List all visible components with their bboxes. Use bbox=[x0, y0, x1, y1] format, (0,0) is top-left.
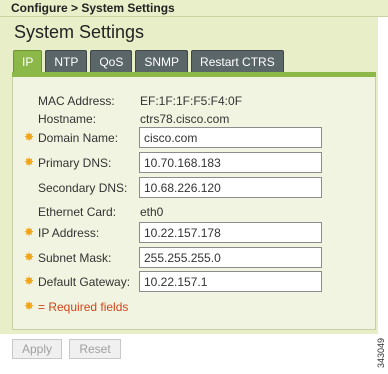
mac-address-value: EF:1F:1F:F5:F4:0F bbox=[140, 94, 243, 108]
ip-address-input[interactable] bbox=[139, 222, 322, 243]
page-title: System Settings bbox=[14, 22, 145, 42]
secondary-dns-row: Secondary DNS: bbox=[13, 177, 377, 199]
tab-ntp[interactable]: NTP bbox=[45, 50, 88, 72]
required-star-icon: ✸ bbox=[24, 299, 35, 313]
hostname-value: ctrs78.cisco.com bbox=[140, 112, 230, 126]
primary-dns-row: ✸ Primary DNS: bbox=[13, 152, 377, 174]
domain-name-row: ✸ Domain Name: bbox=[13, 127, 377, 149]
apply-button[interactable]: Apply bbox=[12, 339, 62, 359]
ip-address-row: ✸ IP Address: bbox=[13, 222, 377, 244]
figure-number-text: 343049 bbox=[376, 337, 386, 368]
subnet-mask-input[interactable] bbox=[139, 247, 322, 268]
ip-settings-form: MAC Address: EF:1F:1F:F5:F4:0F Hostname:… bbox=[12, 77, 376, 330]
primary-dns-label: Primary DNS: bbox=[38, 156, 112, 170]
default-gateway-row: ✸ Default Gateway: bbox=[13, 271, 377, 293]
tab-bar: IP NTP QoS SNMP Restart CTRS bbox=[13, 50, 287, 72]
default-gateway-label: Default Gateway: bbox=[38, 275, 131, 289]
tab-snmp[interactable]: SNMP bbox=[135, 50, 189, 72]
domain-name-label: Domain Name: bbox=[38, 131, 119, 145]
ethernet-card-label: Ethernet Card: bbox=[38, 205, 117, 219]
default-gateway-input[interactable] bbox=[139, 271, 322, 292]
required-star-icon: ✸ bbox=[24, 225, 35, 239]
ethernet-card-value: eth0 bbox=[140, 205, 164, 219]
required-star-icon: ✸ bbox=[24, 155, 35, 169]
figure-number: 343049 bbox=[373, 334, 388, 374]
required-star-icon: ✸ bbox=[24, 250, 35, 264]
breadcrumb: Configure > System Settings bbox=[0, 0, 388, 17]
required-star-icon: ✸ bbox=[24, 130, 35, 144]
required-fields-note: = Required fields bbox=[38, 300, 129, 314]
subnet-mask-label: Subnet Mask: bbox=[38, 251, 112, 265]
tab-qos[interactable]: QoS bbox=[90, 50, 133, 72]
mac-address-label: MAC Address: bbox=[38, 94, 115, 108]
secondary-dns-label: Secondary DNS: bbox=[38, 181, 128, 195]
secondary-dns-input[interactable] bbox=[139, 177, 322, 198]
ethernet-card-row: Ethernet Card: eth0 bbox=[13, 201, 377, 223]
domain-name-input[interactable] bbox=[139, 127, 322, 148]
ip-address-label: IP Address: bbox=[38, 226, 100, 240]
subnet-mask-row: ✸ Subnet Mask: bbox=[13, 247, 377, 269]
required-note-row: ✸ = Required fields bbox=[13, 296, 377, 318]
required-star-icon: ✸ bbox=[24, 274, 35, 288]
primary-dns-input[interactable] bbox=[139, 152, 322, 173]
tab-ip[interactable]: IP bbox=[13, 50, 43, 72]
hostname-label: Hostname: bbox=[38, 112, 97, 126]
tab-restart-ctrs[interactable]: Restart CTRS bbox=[191, 50, 284, 72]
reset-button[interactable]: Reset bbox=[69, 339, 121, 359]
